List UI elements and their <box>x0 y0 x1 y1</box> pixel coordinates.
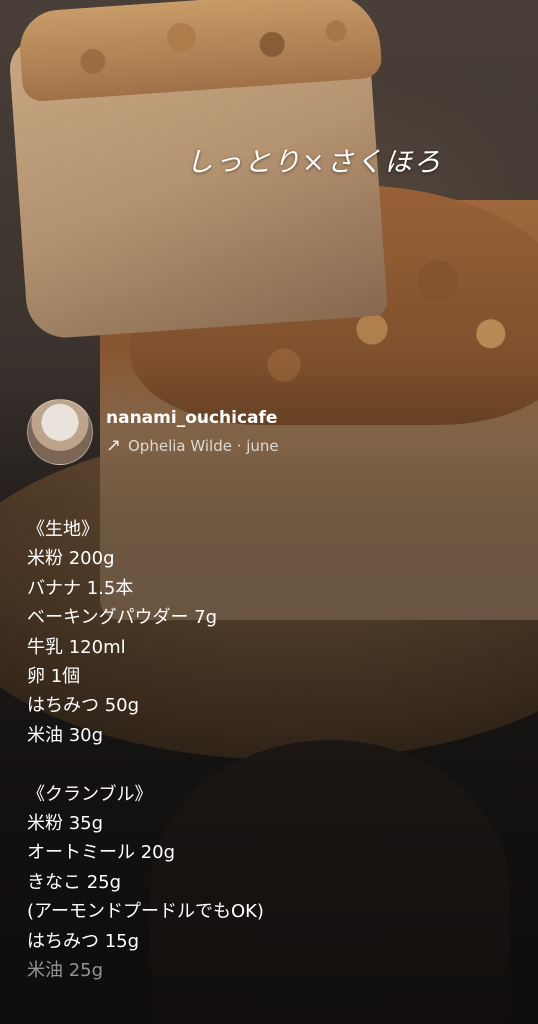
crumble-item: (アーモンドプードルでもOK) <box>27 901 264 923</box>
music-label: Ophelia Wilde · june <box>128 437 279 455</box>
crumble-item: はちみつ 15g <box>27 930 140 952</box>
dough-item: ベーキングパウダー 7g <box>27 607 218 629</box>
dough-heading: 《生地》 <box>27 519 99 540</box>
post-caption: 《生地》 米粉 200g バナナ 1.5本 ベーキングパウダー 7g 牛乳 12… <box>27 515 264 985</box>
username[interactable]: nanami_ouchicafe <box>106 407 279 429</box>
crumble-item: 米粉 35g <box>27 813 104 835</box>
dough-item: 牛乳 120ml <box>27 636 126 658</box>
arrow-up-right-icon: ↗ <box>106 435 122 456</box>
avatar[interactable] <box>27 399 93 465</box>
music-attribution[interactable]: ↗ Ophelia Wilde · june <box>106 435 279 457</box>
crumble-heading: 《クランブル》 <box>27 783 153 805</box>
author-text: nanami_ouchicafe ↗ Ophelia Wilde · june <box>106 407 279 457</box>
overlay-handwritten-text: しっとり×さくほろ <box>186 147 443 178</box>
dough-item: はちみつ 50g <box>27 695 140 717</box>
crumble-item: 米油 25g <box>27 960 104 982</box>
dough-item: バナナ 1.5本 <box>27 577 134 599</box>
dough-item: 米油 30g <box>27 724 104 746</box>
dough-item: 卵 1個 <box>27 666 81 688</box>
crumble-item: きなこ 25g <box>27 871 122 893</box>
crumble-item: オートミール 20g <box>27 842 176 864</box>
dough-item: 米粉 200g <box>27 548 115 570</box>
author-row[interactable]: nanami_ouchicafe ↗ Ophelia Wilde · june <box>27 399 279 465</box>
